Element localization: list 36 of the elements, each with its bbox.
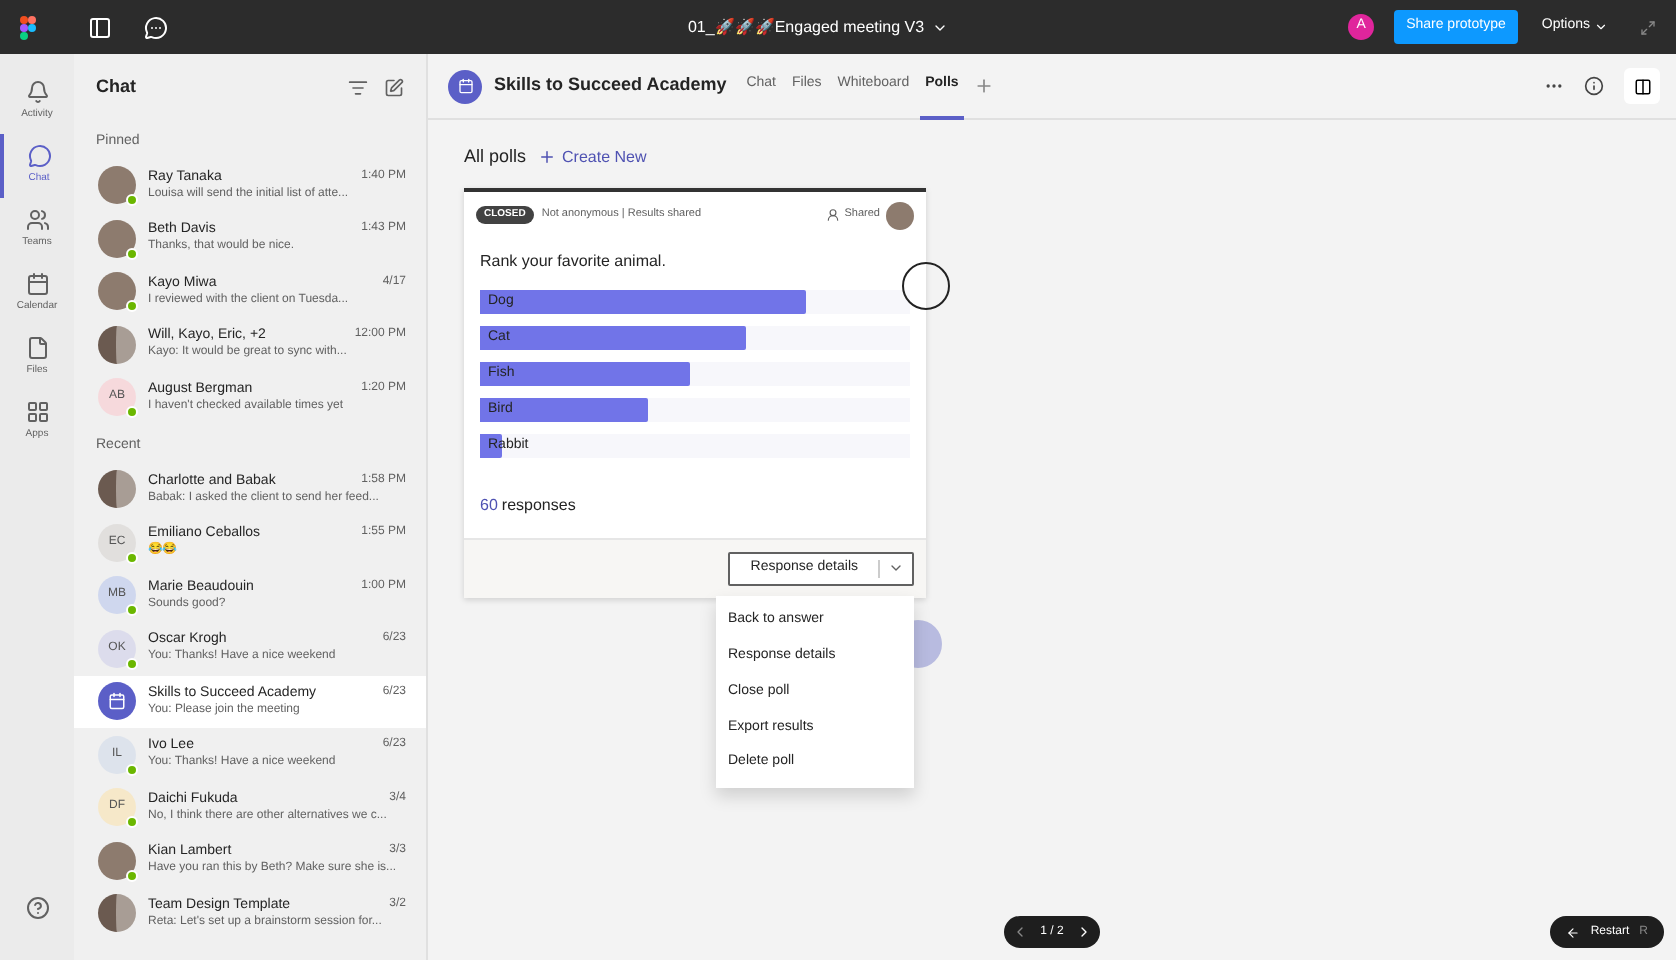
response-count: 60: [480, 493, 498, 517]
chevron-down-icon: [1594, 20, 1608, 34]
teams-icon: [25, 208, 49, 233]
channel-title: Skills to Succeed Academy: [494, 72, 727, 99]
expand-icon[interactable]: [1640, 19, 1656, 35]
chat-list-title: Chat: [96, 73, 138, 100]
cursor-ring-icon: [902, 262, 950, 310]
shared-icon: [826, 208, 841, 222]
polls-heading: All polls: [464, 144, 527, 170]
plus-icon: [538, 148, 557, 167]
filter-icon[interactable]: [348, 77, 368, 97]
file-title: 01_🚀🚀🚀Engaged meeting V3: [687, 15, 925, 39]
create-new-link[interactable]: Create New: [538, 145, 647, 170]
group-avatar: [98, 470, 136, 509]
info-icon[interactable]: [1584, 76, 1604, 96]
app-logo-icon: [20, 15, 36, 39]
panel-button[interactable]: [1624, 68, 1660, 104]
arrow-left-icon: [1566, 925, 1581, 939]
comment-icon[interactable]: [144, 15, 168, 39]
response-label: responses: [501, 493, 576, 517]
new-chat-icon[interactable]: [384, 77, 404, 97]
add-tab-icon[interactable]: [974, 76, 995, 96]
calendar-icon: [25, 272, 49, 297]
panel-icon: [1633, 77, 1651, 95]
channel-icon: [457, 78, 473, 94]
sidebar-toggle-icon[interactable]: [88, 15, 112, 39]
chevron-down-icon: [888, 560, 904, 576]
bell-icon: [25, 80, 49, 105]
help-icon[interactable]: [25, 896, 49, 920]
poll-question: Rank your favorite animal.: [478, 249, 668, 274]
apps-icon: [25, 400, 49, 425]
group-avatar: [98, 894, 136, 933]
channel-icon: [108, 692, 126, 711]
files-icon: [25, 336, 49, 361]
group-avatar: [98, 325, 136, 364]
chat-icon: [27, 144, 51, 169]
